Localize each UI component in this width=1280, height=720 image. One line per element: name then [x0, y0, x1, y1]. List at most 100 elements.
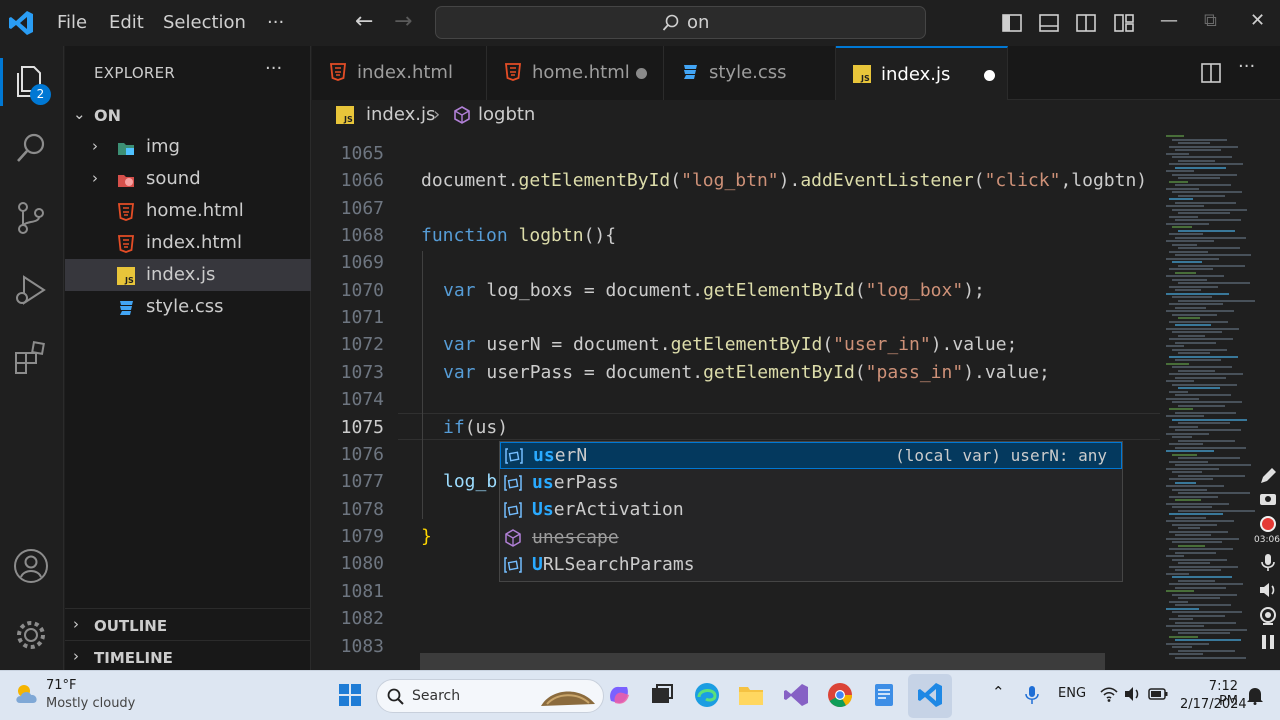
line-number: 1066: [340, 170, 384, 191]
clock-date[interactable]: 2/17/2024: [1180, 697, 1247, 712]
menu-edit[interactable]: Edit: [109, 0, 144, 46]
search-icon[interactable]: [12, 130, 50, 168]
minimap-line: [1178, 247, 1240, 249]
minimap-line: [1172, 506, 1212, 508]
suggestion-label: URLSearchParams: [532, 554, 695, 575]
breadcrumb-file[interactable]: index.js: [366, 104, 435, 125]
back-arrow-icon[interactable]: ←: [355, 9, 373, 34]
file-explorer-icon[interactable]: [737, 681, 765, 709]
tree-item-sound[interactable]: › sound: [65, 163, 311, 195]
editor-more-actions-icon[interactable]: ···: [1238, 56, 1255, 77]
task-view-icon[interactable]: [648, 681, 676, 709]
chevron-up-icon[interactable]: ⌃: [992, 683, 1005, 701]
timeline-panel[interactable]: › TIMELINE: [65, 640, 311, 672]
minimap-line: [1172, 261, 1202, 263]
tab-home-html[interactable]: home.html: [487, 46, 664, 100]
vscode-logo-icon[interactable]: [6, 8, 36, 38]
menu-file[interactable]: File: [57, 0, 87, 46]
minimize-icon[interactable]: —: [1160, 10, 1178, 31]
taskbar-search[interactable]: Search: [376, 679, 604, 713]
minimap-line: [1169, 618, 1193, 620]
tab-index-html[interactable]: index.html: [312, 46, 487, 100]
minimap-line: [1169, 513, 1223, 515]
tab-index-js[interactable]: JS index.js: [836, 46, 1008, 100]
extensions-icon[interactable]: [12, 339, 50, 377]
minimap-line: [1178, 194, 1225, 197]
toggle-primary-sidebar-icon[interactable]: [1001, 12, 1023, 34]
chevron-right-icon: ›: [73, 615, 79, 633]
code-editor[interactable]: 1065 1066 1067 1068 1069 1070 1071 1072 …: [312, 131, 1160, 670]
minimap-line: [1166, 537, 1239, 540]
more-actions-icon[interactable]: ···: [265, 58, 282, 79]
horizontal-scrollbar[interactable]: [420, 653, 1105, 670]
visual-studio-icon[interactable]: [782, 681, 810, 709]
record-icon[interactable]: [1258, 514, 1278, 534]
suggestion-rest: RLSearchParams: [542, 554, 695, 575]
minimap-line: [1166, 275, 1224, 277]
suggestion-item[interactable]: userPass: [500, 470, 1122, 497]
minimap-line: [1178, 544, 1205, 547]
folder-root[interactable]: ⌄ ON: [65, 99, 311, 131]
camera-icon[interactable]: [1258, 488, 1278, 508]
windows-start-icon[interactable]: [336, 681, 364, 709]
edge-icon[interactable]: [693, 681, 721, 709]
notepad-icon[interactable]: [870, 681, 898, 709]
forward-arrow-icon[interactable]: →: [394, 9, 412, 34]
weather-description[interactable]: Mostly cloudy: [46, 696, 135, 711]
tree-item-style-css[interactable]: style.css: [65, 291, 311, 323]
webcam-icon[interactable]: [1258, 606, 1278, 626]
suggestion-item-deprecated[interactable]: unescape: [500, 525, 1122, 552]
unsaved-dot-icon[interactable]: [984, 70, 995, 81]
command-center-search[interactable]: on: [435, 6, 926, 39]
minimap-line: [1172, 593, 1237, 596]
minimap-line: [1175, 499, 1201, 501]
suggestion-item[interactable]: userN (local var) userN: any: [500, 442, 1122, 469]
minimap-line: [1166, 257, 1219, 260]
chrome-icon[interactable]: [826, 681, 854, 709]
microphone-icon[interactable]: [1258, 552, 1278, 572]
battery-icon[interactable]: [1148, 687, 1168, 701]
tree-item-index-html[interactable]: index.html: [65, 227, 311, 259]
pause-icon[interactable]: [1258, 632, 1278, 652]
source-control-icon[interactable]: [12, 199, 50, 237]
suggestion-rest: erActivation: [553, 499, 684, 520]
menu-more[interactable]: ···: [267, 0, 284, 46]
minimap-line: [1178, 142, 1210, 144]
close-icon[interactable]: ✕: [1250, 10, 1265, 31]
minimap-line: [1178, 527, 1200, 529]
toggle-secondary-sidebar-icon[interactable]: [1075, 12, 1097, 34]
line-number: 1065: [340, 143, 384, 164]
manage-gear-icon[interactable]: [12, 616, 50, 654]
suggestion-item[interactable]: UserActivation: [500, 497, 1122, 524]
customize-layout-icon[interactable]: [1113, 12, 1135, 34]
unsaved-dot-icon[interactable]: [636, 68, 647, 79]
minimap-line: [1175, 534, 1211, 536]
run-debug-icon[interactable]: [12, 271, 50, 309]
weather-cloudy-icon[interactable]: [12, 681, 42, 709]
minimap-line: [1169, 408, 1193, 410]
input-language[interactable]: ENG: [1058, 686, 1086, 701]
copilot-icon[interactable]: [605, 681, 633, 709]
weather-temperature[interactable]: 71°F: [46, 678, 77, 693]
menu-selection[interactable]: Selection: [163, 0, 246, 46]
restore-icon[interactable]: ⧉: [1204, 10, 1217, 31]
toggle-panel-icon[interactable]: [1038, 12, 1060, 34]
minimap-line: [1166, 642, 1209, 645]
pen-icon[interactable]: [1258, 466, 1278, 486]
tree-item-index-js[interactable]: JS index.js: [65, 259, 311, 291]
volume-icon[interactable]: [1124, 685, 1142, 703]
speaker-icon[interactable]: [1258, 580, 1278, 600]
tree-item-img[interactable]: › img: [65, 131, 311, 163]
minimap[interactable]: [1160, 131, 1256, 670]
breadcrumb-symbol[interactable]: logbtn: [478, 104, 535, 125]
accounts-icon[interactable]: [12, 547, 50, 585]
notification-bell-icon[interactable]: [1246, 685, 1264, 705]
wifi-icon[interactable]: [1100, 685, 1118, 703]
outline-panel[interactable]: › OUTLINE: [65, 608, 311, 640]
vscode-icon[interactable]: [916, 681, 944, 709]
suggestion-item[interactable]: URLSearchParams: [500, 552, 1122, 579]
tab-style-css[interactable]: style.css: [664, 46, 836, 100]
split-editor-icon[interactable]: [1200, 62, 1222, 84]
microphone-icon[interactable]: [1025, 685, 1039, 705]
tree-item-home-html[interactable]: home.html: [65, 195, 311, 227]
